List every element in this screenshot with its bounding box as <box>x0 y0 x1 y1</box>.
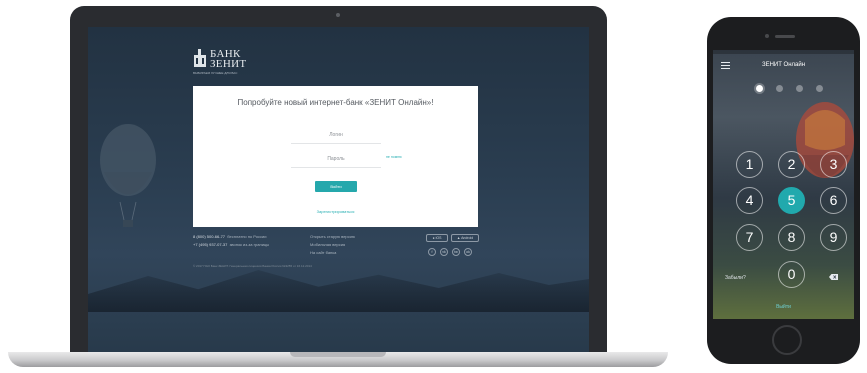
ios-label: iOS <box>435 236 442 240</box>
register-link[interactable]: Зарегистрироваться <box>193 209 478 214</box>
pin-indicator-2 <box>776 85 783 92</box>
keypad-key-5[interactable]: 5 <box>778 187 805 214</box>
android-icon: ▲ <box>456 236 461 240</box>
card-title: Попробуйте новый интернет-банк «ЗЕНИТ Он… <box>237 98 434 107</box>
keypad-key-2[interactable]: 2 <box>778 151 805 178</box>
exit-link[interactable]: Выйти <box>713 304 854 310</box>
app-title: ЗЕНИТ Онлайн <box>761 62 806 68</box>
facebook-icon[interactable]: f <box>428 248 436 256</box>
logo-tower-icon <box>194 49 206 67</box>
android-app-button[interactable]: ▲ Android <box>451 234 479 242</box>
keypad-key-7[interactable]: 7 <box>736 224 763 251</box>
pin-indicator-1 <box>756 85 763 92</box>
vk-icon[interactable]: vk <box>440 248 448 256</box>
laptop-screen: БАНК ЗЕНИТ ВЫБИРАЕМ ЛУЧШЕЕ ДЛЯ ВАС Попро… <box>88 27 589 352</box>
keypad-key-8[interactable]: 8 <box>778 224 805 251</box>
odnoklassniki-icon[interactable]: ok <box>464 248 472 256</box>
login-button[interactable]: Войти <box>315 181 357 192</box>
hot-air-balloon-image <box>100 124 156 227</box>
logo-line2: ЗЕНИТ <box>210 58 247 70</box>
laptop-opening-notch <box>290 352 386 357</box>
login-input[interactable]: Логин <box>291 129 381 144</box>
footer-link-old-version[interactable]: Открыть старую версию <box>310 234 355 239</box>
laptop-camera <box>336 13 340 17</box>
keypad-key-4[interactable]: 4 <box>736 187 763 214</box>
bank-logo[interactable]: БАНК ЗЕНИТ ВЫБИРАЕМ ЛУЧШЕЕ ДЛЯ ВАС <box>193 49 247 76</box>
keypad-key-3[interactable]: 3 <box>820 151 847 178</box>
logo-tagline: ВЫБИРАЕМ ЛУЧШЕЕ ДЛЯ ВАС <box>193 71 238 75</box>
footer-copyright: © 2017 ПАО Банк ЗЕНИТ. Генеральная лицен… <box>193 264 312 268</box>
twitter-icon[interactable]: tw <box>452 248 460 256</box>
footer-link-mobile[interactable]: Мобильная версия <box>310 242 345 247</box>
phone-speaker <box>775 35 795 38</box>
password-input[interactable]: Пароль <box>291 153 381 168</box>
phone-front-camera <box>765 34 769 38</box>
phone-home-button[interactable] <box>772 325 802 355</box>
apple-icon: ● <box>432 236 435 240</box>
pin-indicator-4 <box>816 85 823 92</box>
forgot-password-link[interactable]: не помню <box>386 155 402 159</box>
footer-phone2[interactable]: +7 (495) 937-07-37 звонок из-за границы <box>193 242 269 247</box>
keypad-key-1[interactable]: 1 <box>736 151 763 178</box>
ios-app-button[interactable]: ● iOS <box>426 234 448 242</box>
footer-phone1-number: 8 (800) 500-66-77 <box>193 234 226 239</box>
mountains-background <box>88 270 589 312</box>
pin-indicator-3 <box>796 85 803 92</box>
footer-phone2-note: звонок из-за границы <box>229 242 270 247</box>
backspace-icon[interactable] <box>829 274 838 280</box>
forgot-pin-link[interactable]: Забыли? <box>725 275 746 281</box>
footer-phone1[interactable]: 8 (800) 500-66-77 бесплатно по России <box>193 234 266 239</box>
android-label: Android <box>461 236 474 240</box>
footer-phone1-note: бесплатно по России <box>227 234 267 239</box>
footer-link-site[interactable]: На сайт банка <box>310 250 336 255</box>
phone-status-bar <box>713 50 854 54</box>
footer-phone2-number: +7 (495) 937-07-37 <box>193 242 228 247</box>
phone-screen: ЗЕНИТ Онлайн 1 2 3 4 5 6 7 8 9 Забыли? 0… <box>713 50 854 319</box>
login-card: Попробуйте новый интернет-банк «ЗЕНИТ Он… <box>193 86 478 227</box>
keypad-key-6[interactable]: 6 <box>820 187 847 214</box>
keypad-key-9[interactable]: 9 <box>820 224 847 251</box>
keypad-key-0[interactable]: 0 <box>778 261 805 288</box>
